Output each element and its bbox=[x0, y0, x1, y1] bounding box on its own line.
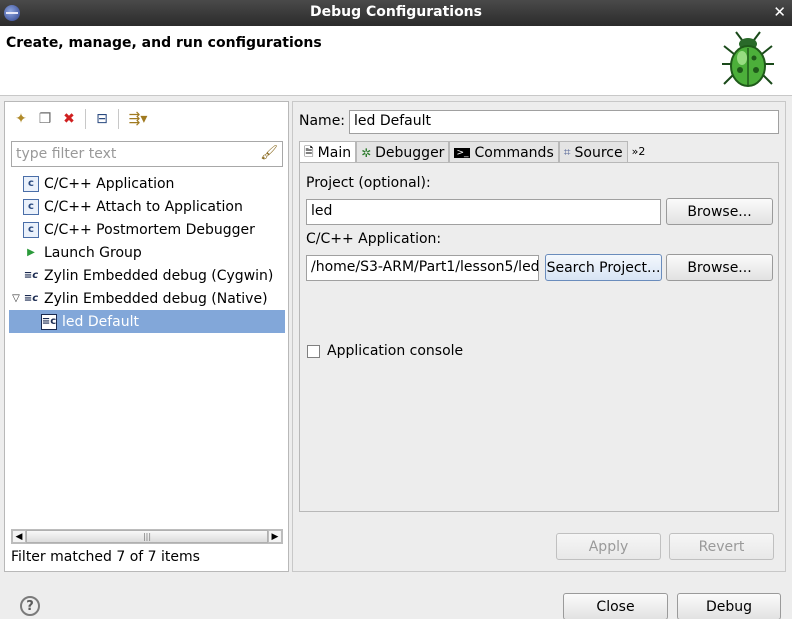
tab-commands[interactable]: >_ Commands bbox=[449, 141, 559, 162]
revert-button[interactable]: Revert bbox=[669, 533, 774, 560]
launch-group-icon: ▶ bbox=[27, 247, 35, 258]
zylin-icon: ≡c bbox=[23, 270, 39, 281]
page-heading: Create, manage, and run configurations bbox=[6, 35, 322, 51]
configuration-list-pane: ✦ ❐ ✖ ⊟ ⇶▾ 🖌 c C/C++ Application c C/C++… bbox=[4, 101, 289, 572]
tree-item-label: C/C++ Application bbox=[44, 175, 175, 192]
clear-filter-icon[interactable]: 🖌 bbox=[260, 145, 278, 161]
source-icon: ⌗ bbox=[563, 145, 571, 159]
application-browse-button[interactable]: Browse... bbox=[666, 254, 773, 281]
configuration-editor-pane: Name: led Default 🗎 Main ✲ Debugger >_ C… bbox=[292, 101, 786, 572]
horizontal-scrollbar[interactable]: ◀ ||| ▶ bbox=[11, 529, 283, 544]
dialog-footer: ? Close Debug bbox=[0, 584, 792, 619]
tab-source[interactable]: ⌗ Source bbox=[558, 141, 628, 162]
tree-item-label: Zylin Embedded debug (Cygwin) bbox=[44, 267, 274, 284]
scroll-right-icon[interactable]: ▶ bbox=[268, 530, 282, 543]
close-icon[interactable]: ✕ bbox=[773, 3, 786, 21]
name-label: Name: bbox=[299, 113, 346, 129]
tabs-overflow-button[interactable]: »2 bbox=[628, 145, 646, 158]
new-configuration-icon[interactable]: ✦ bbox=[9, 107, 33, 131]
apply-button[interactable]: Apply bbox=[556, 533, 661, 560]
filter-field[interactable]: 🖌 bbox=[11, 141, 283, 167]
application-label: C/C++ Application: bbox=[306, 231, 442, 247]
search-project-button[interactable]: Search Project... bbox=[545, 254, 662, 281]
filter-status: Filter matched 7 of 7 items bbox=[11, 549, 200, 565]
tree-item-label: C/C++ Attach to Application bbox=[44, 198, 243, 215]
scroll-left-icon[interactable]: ◀ bbox=[12, 530, 26, 543]
tree-item-label: Zylin Embedded debug (Native) bbox=[44, 290, 268, 307]
close-button[interactable]: Close bbox=[563, 593, 668, 619]
tree-item-label: C/C++ Postmortem Debugger bbox=[44, 221, 255, 238]
c-attach-icon: c bbox=[23, 198, 39, 215]
list-toolbar: ✦ ❐ ✖ ⊟ ⇶▾ bbox=[9, 106, 153, 132]
filter-input[interactable] bbox=[16, 143, 256, 165]
tree-item-c-postmortem[interactable]: c C/C++ Postmortem Debugger bbox=[9, 218, 285, 241]
main-tab-icon: 🗎 bbox=[304, 144, 314, 159]
duplicate-configuration-icon[interactable]: ❐ bbox=[33, 107, 57, 131]
application-input[interactable]: /home/S3-ARM/Part1/lesson5/led/led bbox=[306, 255, 539, 281]
tree-item-label: Launch Group bbox=[44, 244, 142, 261]
debug-bug-icon bbox=[722, 31, 774, 87]
zylin-config-icon: ≡c bbox=[41, 313, 57, 330]
tab-main[interactable]: 🗎 Main bbox=[299, 141, 357, 163]
project-browse-button[interactable]: Browse... bbox=[666, 198, 773, 225]
tree-item-zylin-cygwin[interactable]: ≡c Zylin Embedded debug (Cygwin) bbox=[9, 264, 285, 287]
main-tab-content: Project (optional): led Browse... C/C++ … bbox=[299, 162, 779, 512]
c-app-icon: c bbox=[23, 175, 39, 192]
tree-item-c-application[interactable]: c C/C++ Application bbox=[9, 172, 285, 195]
title-bar: Debug Configurations ✕ bbox=[0, 0, 792, 26]
terminal-icon: >_ bbox=[454, 147, 471, 158]
scroll-thumb[interactable]: ||| bbox=[26, 530, 268, 543]
c-postmortem-icon: c bbox=[23, 221, 39, 238]
toolbar-separator bbox=[118, 109, 119, 129]
debug-button[interactable]: Debug bbox=[677, 593, 781, 619]
zylin-icon: ≡c bbox=[23, 293, 39, 304]
bug-icon: ✲ bbox=[361, 145, 372, 160]
name-input[interactable]: led Default bbox=[349, 110, 779, 134]
tab-strip: 🗎 Main ✲ Debugger >_ Commands ⌗ Source »… bbox=[299, 141, 646, 163]
project-label: Project (optional): bbox=[306, 175, 431, 191]
tab-debugger[interactable]: ✲ Debugger bbox=[356, 141, 450, 162]
project-input[interactable]: led bbox=[306, 199, 661, 225]
configuration-tree: c C/C++ Application c C/C++ Attach to Ap… bbox=[9, 172, 285, 333]
expand-arrow-icon[interactable]: ▽ bbox=[9, 293, 23, 304]
tree-item-c-attach[interactable]: c C/C++ Attach to Application bbox=[9, 195, 285, 218]
tree-item-led-default[interactable]: ≡c led Default bbox=[9, 310, 285, 333]
tree-item-label: led Default bbox=[62, 313, 139, 330]
collapse-all-icon[interactable]: ⊟ bbox=[90, 107, 114, 131]
help-icon[interactable]: ? bbox=[20, 596, 40, 616]
application-console-checkbox[interactable] bbox=[307, 345, 320, 358]
filter-menu-icon[interactable]: ⇶▾ bbox=[123, 107, 153, 131]
window-title: Debug Configurations bbox=[310, 4, 482, 20]
toolbar-separator bbox=[85, 109, 86, 129]
tree-item-launch-group[interactable]: ▶ Launch Group bbox=[9, 241, 285, 264]
header-banner: Create, manage, and run configurations bbox=[0, 26, 792, 96]
application-console-label: Application console bbox=[327, 343, 464, 359]
tree-item-zylin-native[interactable]: ▽ ≡c Zylin Embedded debug (Native) bbox=[9, 287, 285, 310]
delete-configuration-icon[interactable]: ✖ bbox=[57, 107, 81, 131]
